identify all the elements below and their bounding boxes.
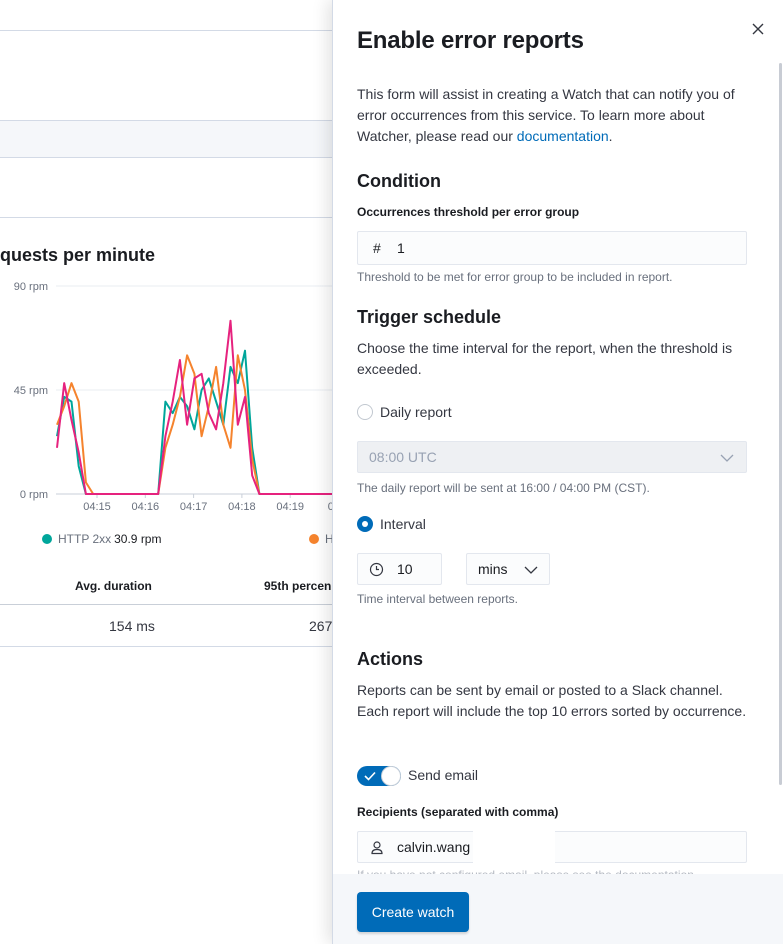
flyout-title: Enable error reports bbox=[357, 27, 584, 54]
enable-error-reports-flyout: Enable error reports This form will assi… bbox=[332, 0, 783, 944]
table-row-divider bbox=[0, 646, 340, 647]
interval-radio[interactable] bbox=[357, 516, 373, 532]
divider bbox=[0, 30, 340, 31]
intro-text: This form will assist in creating a Watc… bbox=[357, 84, 749, 147]
condition-heading: Condition bbox=[357, 171, 441, 191]
close-icon[interactable] bbox=[749, 20, 767, 38]
legend-value: 30.9 rpm bbox=[114, 532, 162, 546]
daily-report-radio[interactable] bbox=[357, 404, 373, 420]
interval-label[interactable]: Interval bbox=[380, 516, 426, 532]
hash-prefix: # bbox=[373, 240, 381, 256]
actions-heading: Actions bbox=[357, 649, 424, 669]
table-header-avg-duration[interactable]: Avg. duration bbox=[75, 579, 152, 593]
redacted-area bbox=[473, 826, 555, 866]
recipients-label: Recipients (separated with comma) bbox=[357, 805, 559, 819]
trigger-description: Choose the time interval for the report,… bbox=[357, 340, 733, 377]
interval-unit-select[interactable]: mins bbox=[466, 553, 550, 585]
background-band bbox=[0, 120, 340, 158]
flyout-footer: Create watch bbox=[333, 874, 783, 944]
chevron-down-icon bbox=[524, 566, 538, 574]
threshold-help: Threshold to be met for error group to b… bbox=[357, 270, 673, 284]
x-tick-label: 04:17 bbox=[180, 501, 208, 513]
table-cell-avg-duration: 154 ms bbox=[109, 618, 155, 634]
legend-item-2[interactable]: H bbox=[309, 532, 334, 546]
legend-dot-icon bbox=[42, 533, 52, 544]
scrollbar[interactable] bbox=[779, 63, 782, 785]
daily-time-select[interactable]: 08:00 UTC bbox=[357, 441, 747, 473]
create-watch-button[interactable]: Create watch bbox=[357, 892, 469, 932]
table-cell-95th: 267 bbox=[309, 618, 333, 634]
legend-dot-icon bbox=[309, 533, 319, 544]
divider bbox=[0, 217, 340, 218]
clock-icon bbox=[369, 562, 384, 577]
chevron-down-icon bbox=[720, 454, 734, 462]
requests-per-minute-chart: 90 rpm 45 rpm 0 rpm 04:15 04:16 04:17 04:18 04:… bbox=[14, 281, 340, 513]
send-email-switch[interactable] bbox=[357, 766, 401, 786]
interval-value-input[interactable]: 10 bbox=[357, 553, 442, 585]
threshold-label: Occurrences threshold per error group bbox=[357, 205, 580, 219]
user-icon bbox=[371, 841, 383, 855]
y-tick-label: 90 rpm bbox=[14, 281, 48, 293]
table-header-divider bbox=[0, 604, 340, 605]
x-tick-label: 04:16 bbox=[132, 501, 160, 513]
daily-report-label[interactable]: Daily report bbox=[380, 404, 452, 420]
actions-description: Reports can be sent by email or posted t… bbox=[357, 682, 747, 719]
y-tick-label: 0 rpm bbox=[20, 489, 48, 501]
legend-item-http-2xx[interactable]: HTTP 2xx 30.9 rpm bbox=[42, 532, 161, 546]
send-email-label[interactable]: Send email bbox=[408, 767, 478, 783]
check-icon bbox=[364, 771, 376, 781]
x-tick-label: 04:18 bbox=[228, 501, 256, 513]
table-header-95th-percentile[interactable]: 95th percen bbox=[264, 579, 331, 593]
recipients-value: calvin.wang bbox=[397, 839, 471, 855]
threshold-input[interactable]: # 1 bbox=[357, 231, 747, 265]
chart-title: quests per minute bbox=[0, 245, 156, 265]
interval-help: Time interval between reports. bbox=[357, 592, 518, 606]
intro-end: . bbox=[608, 128, 613, 144]
daily-time-value: 08:00 UTC bbox=[369, 449, 437, 465]
legend-name: HTTP 2xx bbox=[58, 532, 112, 546]
interval-unit-value: mins bbox=[478, 561, 508, 577]
trigger-schedule-heading: Trigger schedule bbox=[357, 307, 502, 327]
y-tick-label: 45 rpm bbox=[14, 385, 48, 397]
threshold-value: 1 bbox=[397, 240, 405, 256]
x-tick-label: 04:15 bbox=[83, 501, 111, 513]
documentation-link[interactable]: documentation bbox=[517, 128, 609, 144]
daily-report-help: The daily report will be sent at 16:00 /… bbox=[357, 481, 650, 495]
x-tick-label: 04:19 bbox=[276, 501, 304, 513]
series-line-0 bbox=[56, 349, 339, 495]
interval-value: 10 bbox=[397, 561, 413, 577]
switch-knob bbox=[381, 766, 401, 786]
